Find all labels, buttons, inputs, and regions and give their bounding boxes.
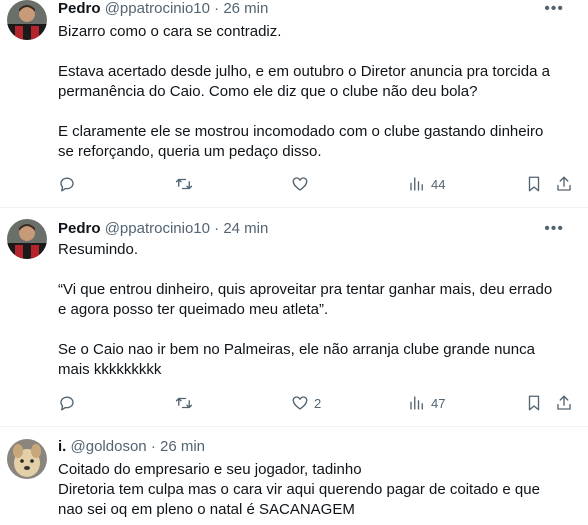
text-line: Se o Caio nao ir bem no Palmeiras, ele n… bbox=[58, 341, 535, 358]
retweet-button[interactable] bbox=[175, 394, 193, 412]
views-button[interactable]: 47 bbox=[408, 394, 445, 412]
text-line: Coitado do empresario e seu jogador, tad… bbox=[58, 461, 362, 478]
views-icon bbox=[410, 177, 423, 191]
reply-button[interactable] bbox=[58, 175, 76, 193]
separator-dot: · bbox=[150, 438, 156, 455]
text-line: Estava acertado desde julho, e em outubr… bbox=[58, 63, 550, 80]
tweet[interactable]: i. @goldoson · 26 min Coitado do empresa… bbox=[0, 427, 588, 525]
author-name[interactable]: Pedro bbox=[58, 0, 101, 17]
timestamp[interactable]: 24 min bbox=[223, 220, 268, 237]
tweet[interactable]: Pedro @ppatrocinio10 · 24 min ••• Resumi… bbox=[0, 208, 588, 426]
more-icon[interactable]: ••• bbox=[544, 220, 564, 238]
like-count: 2 bbox=[314, 395, 322, 411]
text-line: Diretoria tem culpa mas o cara vir aqui … bbox=[58, 481, 540, 498]
author-handle[interactable]: @goldoson bbox=[71, 438, 147, 455]
bookmark-icon bbox=[528, 176, 540, 192]
separator-dot: · bbox=[214, 0, 220, 17]
tweet-header: Pedro @ppatrocinio10 · 24 min bbox=[58, 220, 268, 238]
tweet[interactable]: Pedro @ppatrocinio10 · 26 min ••• Bizarr… bbox=[0, 0, 588, 207]
reply-icon bbox=[60, 177, 74, 192]
avatar[interactable] bbox=[7, 0, 47, 40]
author-handle[interactable]: @ppatrocinio10 bbox=[105, 0, 210, 17]
text-line: Resumindo. bbox=[58, 241, 139, 258]
share-button[interactable] bbox=[555, 175, 573, 193]
separator-dot: · bbox=[214, 220, 220, 237]
views-count: 44 bbox=[431, 176, 446, 192]
tweet-text: Bizarro como o cara se contradiz. Estava… bbox=[58, 22, 578, 162]
author-handle[interactable]: @ppatrocinio10 bbox=[105, 220, 210, 237]
text-line: mais kkkkkkkkk bbox=[58, 361, 162, 378]
bookmark-button[interactable] bbox=[525, 175, 543, 193]
text-line: E claramente ele se mostrou incomodado c… bbox=[58, 123, 544, 140]
share-icon bbox=[557, 395, 571, 410]
timestamp[interactable]: 26 min bbox=[223, 0, 268, 17]
timestamp[interactable]: 26 min bbox=[160, 438, 205, 455]
like-icon bbox=[292, 396, 308, 410]
more-icon[interactable]: ••• bbox=[544, 0, 564, 18]
tweet-text: Coitado do empresario e seu jogador, tad… bbox=[58, 460, 578, 520]
views-icon bbox=[410, 396, 423, 410]
text-line: “Vi que entrou dinheiro, quis aproveitar… bbox=[58, 281, 553, 298]
views-count: 47 bbox=[431, 395, 446, 411]
author-name[interactable]: Pedro bbox=[58, 220, 101, 237]
tweet-header: i. @goldoson · 26 min bbox=[58, 438, 205, 456]
action-bar: 44 bbox=[58, 175, 578, 195]
author-name[interactable]: i. bbox=[58, 438, 66, 455]
avatar[interactable] bbox=[7, 439, 47, 479]
views-button[interactable]: 44 bbox=[408, 175, 445, 193]
like-icon bbox=[292, 177, 308, 191]
retweet-icon bbox=[175, 178, 193, 190]
tweet-text: Resumindo. “Vi que entrou dinheiro, quis… bbox=[58, 240, 578, 380]
share-button[interactable] bbox=[555, 394, 573, 412]
text-line: permanência do Caio. Como ele diz que o … bbox=[58, 83, 478, 100]
like-button[interactable]: 2 bbox=[291, 394, 321, 412]
avatar[interactable] bbox=[7, 219, 47, 259]
like-button[interactable] bbox=[291, 175, 314, 193]
retweet-icon bbox=[175, 397, 193, 409]
reply-button[interactable] bbox=[58, 394, 76, 412]
action-bar: 2 47 bbox=[58, 394, 578, 414]
text-line: nao sei oq em pleno o natal é SACANAGEM bbox=[58, 501, 355, 518]
text-line: Bizarro como o cara se contradiz. bbox=[58, 23, 282, 40]
retweet-button[interactable] bbox=[175, 175, 193, 193]
bookmark-icon bbox=[528, 395, 540, 411]
text-line: se reforçando, queria um pedaço disso. bbox=[58, 143, 322, 160]
bookmark-button[interactable] bbox=[525, 394, 543, 412]
text-line: e agora posso ter queimado meu atleta”. bbox=[58, 301, 329, 318]
reply-icon bbox=[60, 396, 74, 411]
share-icon bbox=[557, 176, 571, 191]
tweet-header: Pedro @ppatrocinio10 · 26 min bbox=[58, 0, 268, 18]
